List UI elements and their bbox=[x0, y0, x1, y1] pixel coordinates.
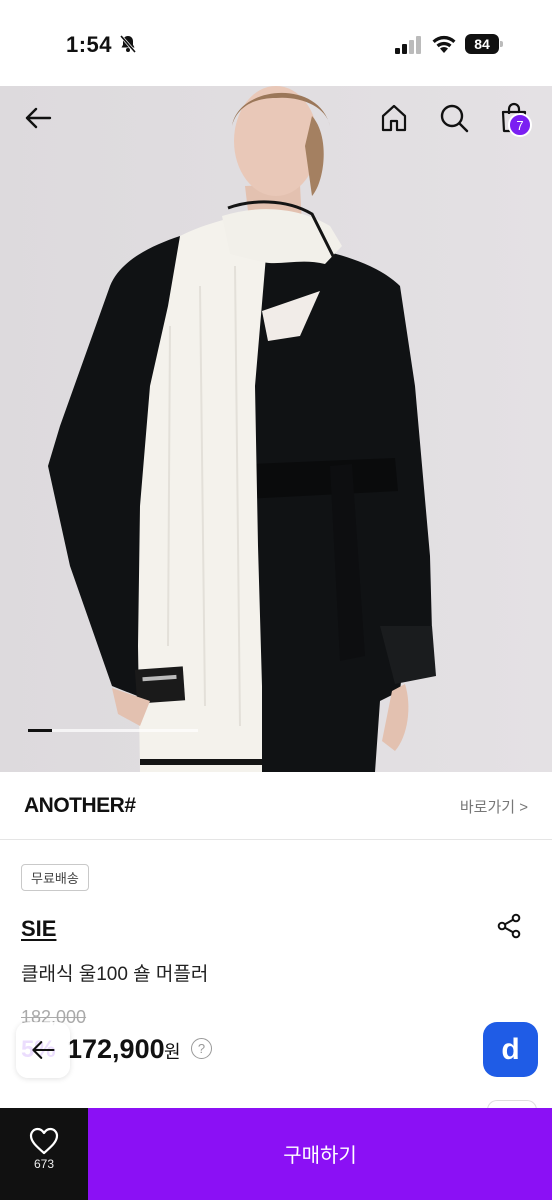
wifi-icon bbox=[432, 35, 456, 53]
heart-icon bbox=[29, 1127, 59, 1155]
d-app-button[interactable]: d bbox=[483, 1022, 538, 1077]
carousel-progress-fill bbox=[28, 729, 52, 732]
bottom-action-bar: 673 구매하기 bbox=[0, 1108, 552, 1200]
share-icon[interactable] bbox=[496, 913, 522, 939]
price-help-icon[interactable]: ? bbox=[191, 1038, 212, 1059]
search-icon[interactable] bbox=[438, 102, 470, 134]
floating-back-button[interactable] bbox=[16, 1022, 70, 1078]
like-count: 673 bbox=[33, 1157, 55, 1171]
status-time: 1:54 bbox=[66, 32, 113, 57]
seller-name[interactable]: SIE bbox=[21, 916, 56, 942]
product-image-carousel[interactable] bbox=[0, 86, 552, 772]
back-arrow-icon[interactable] bbox=[22, 102, 54, 134]
buy-button[interactable]: 구매하기 bbox=[88, 1108, 552, 1200]
price-currency: 원 bbox=[164, 1042, 181, 1062]
home-icon[interactable] bbox=[378, 102, 410, 134]
cellular-signal-icon bbox=[395, 36, 421, 54]
like-button[interactable]: 673 bbox=[0, 1108, 88, 1200]
brand-row[interactable]: ANOTHER# 바로가기 > bbox=[0, 772, 552, 840]
status-bar: 1:54 84 bbox=[0, 0, 552, 86]
battery-tip bbox=[500, 41, 503, 47]
sale-price: 172,900 bbox=[67, 1034, 165, 1064]
battery-level: 84 bbox=[465, 34, 499, 54]
product-photo bbox=[0, 86, 552, 772]
battery-indicator: 84 bbox=[465, 34, 503, 54]
carousel-progress-track bbox=[28, 729, 198, 732]
back-arrow-icon bbox=[32, 1041, 55, 1059]
brand-shortcut-link[interactable]: 바로가기 > bbox=[460, 796, 528, 817]
product-title: 클래식 울100 숄 머플러 bbox=[21, 964, 209, 985]
free-shipping-tag: 무료배송 bbox=[21, 864, 89, 891]
brand-name[interactable]: ANOTHER# bbox=[24, 794, 136, 818]
bell-muted-icon bbox=[119, 35, 137, 53]
cart-count-badge: 7 bbox=[508, 113, 532, 137]
